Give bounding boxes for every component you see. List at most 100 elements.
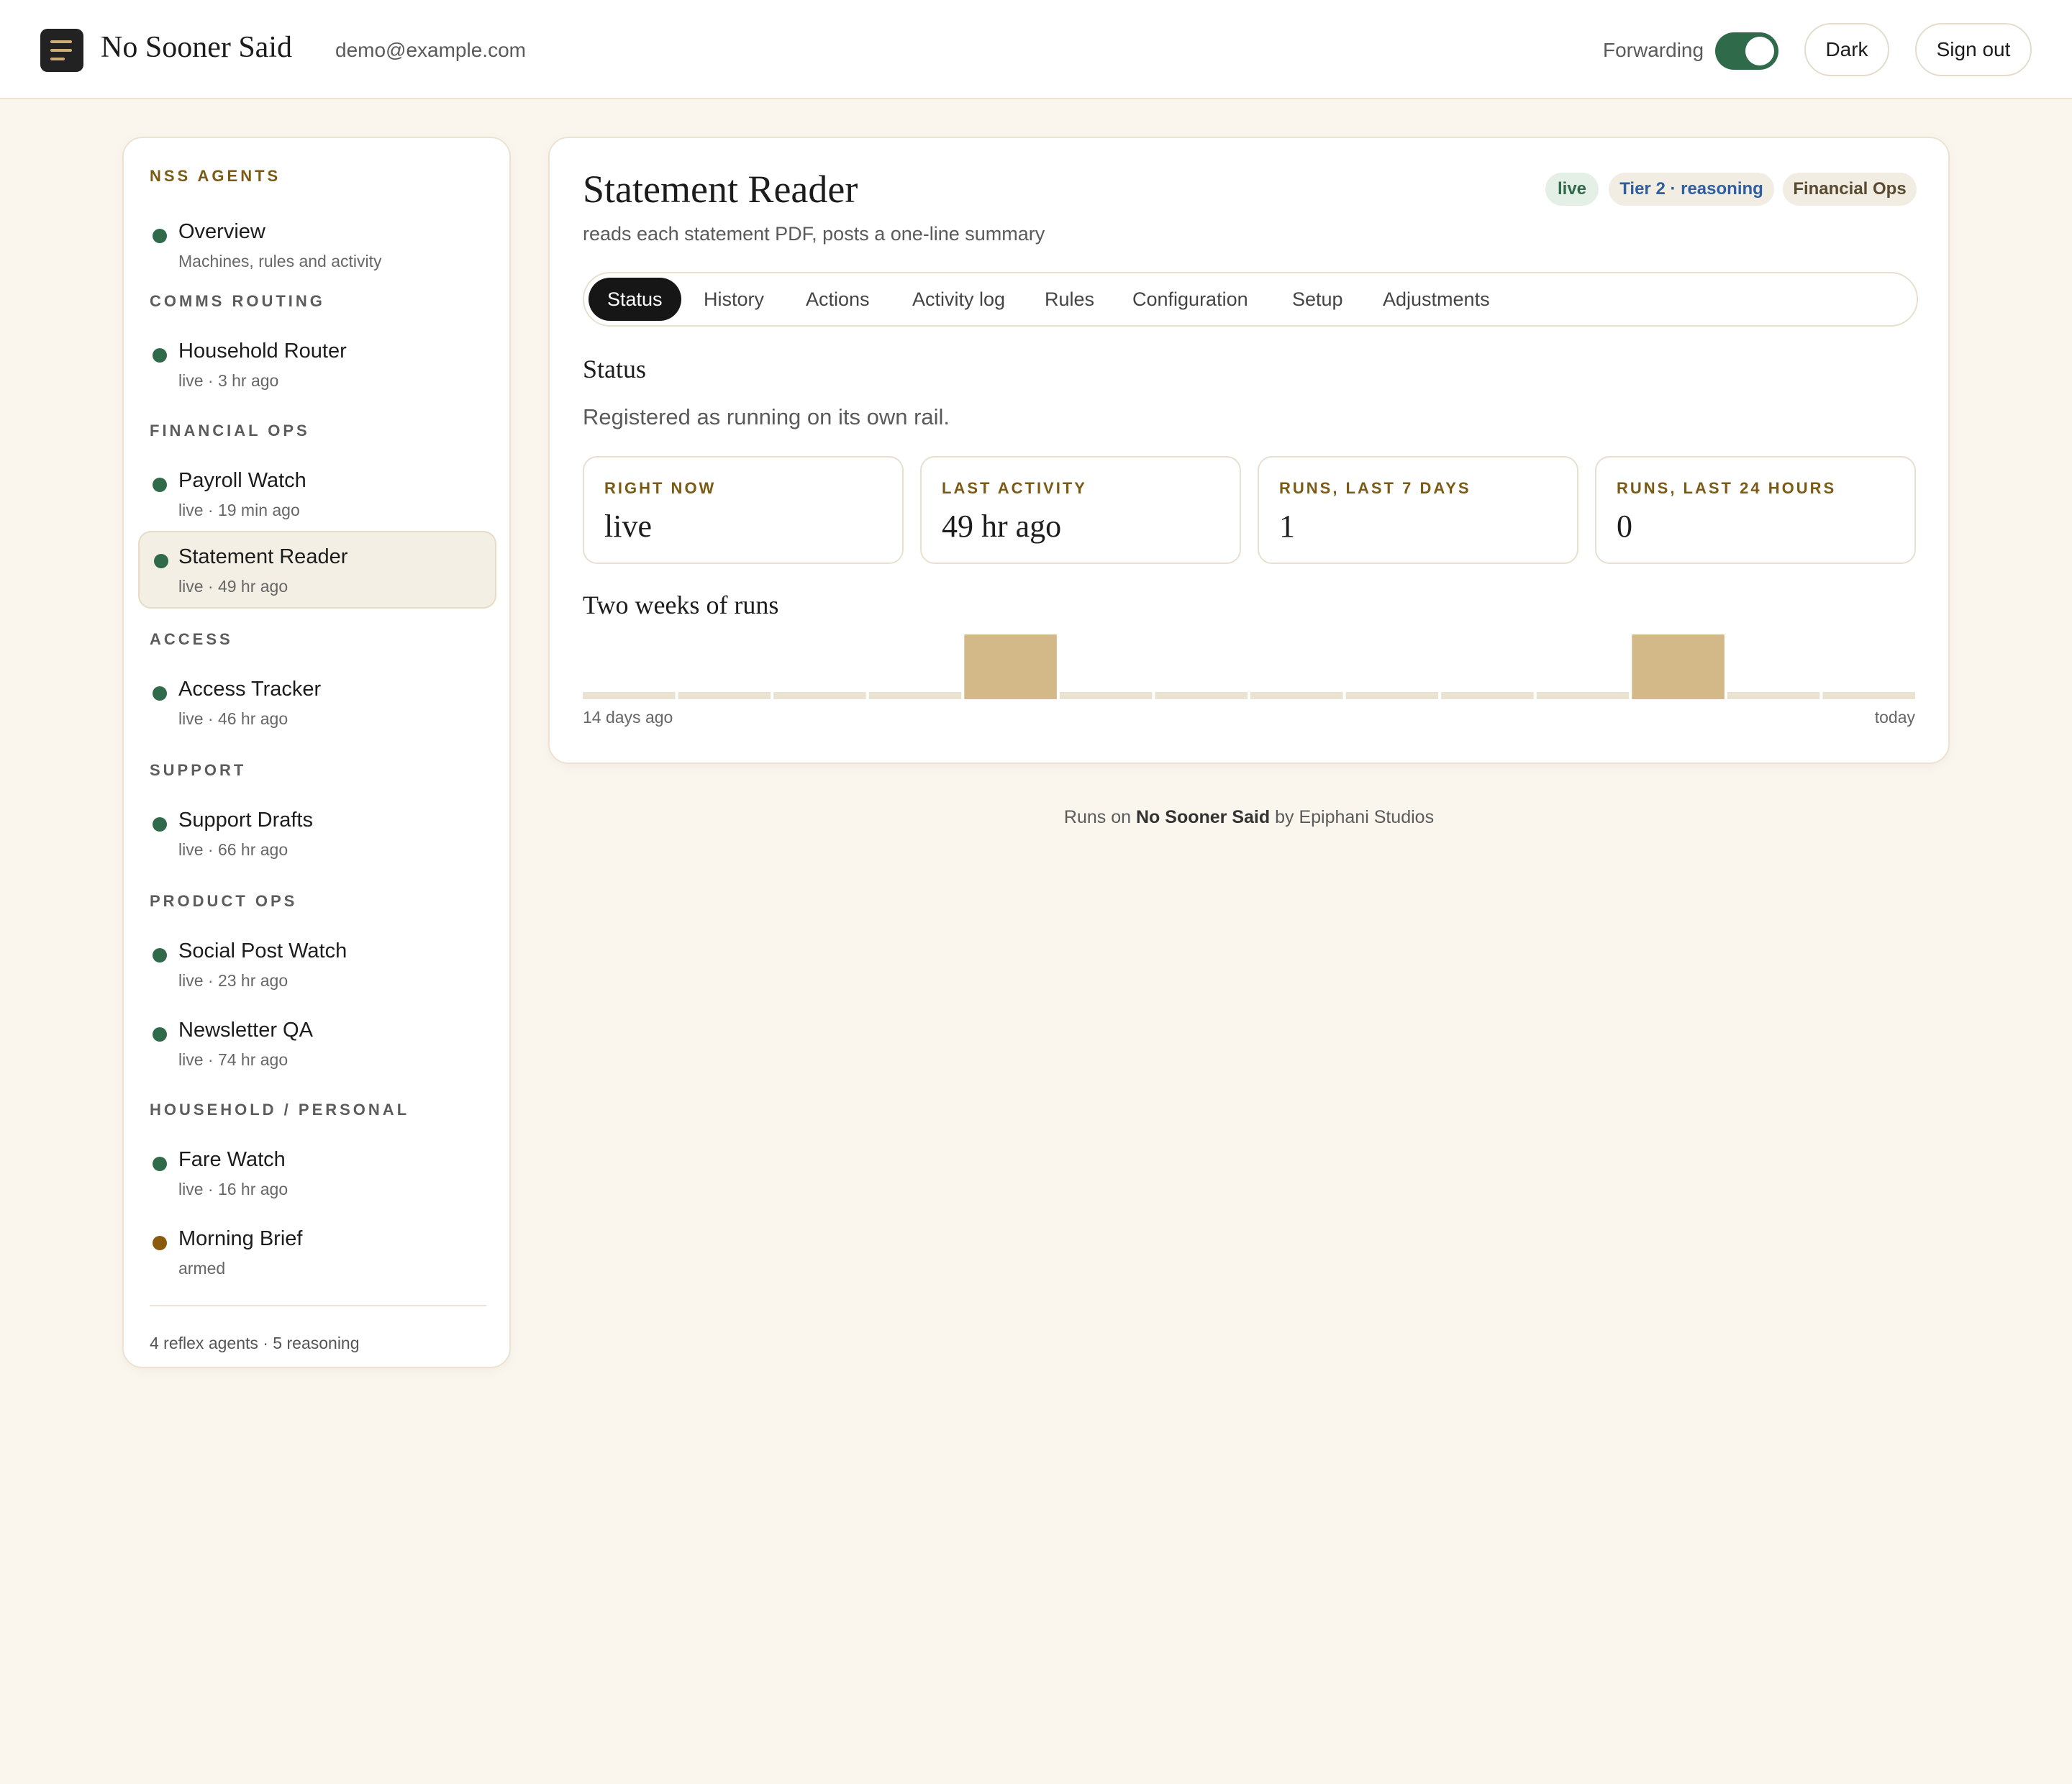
stat-value: 1: [1279, 509, 1295, 544]
run-bar: [1250, 692, 1343, 699]
toggle-knob: [1745, 37, 1774, 65]
status-dot: [153, 348, 167, 363]
status-dot: [153, 948, 167, 962]
sidebar-item-sub: armed: [178, 1259, 226, 1278]
agent-count-summary: 4 reflex agents · 5 reasoning: [150, 1334, 360, 1352]
agent-description: reads each statement PDF, posts a one-li…: [583, 223, 1045, 245]
status-dot: [153, 1236, 167, 1250]
stat-label: RIGHT NOW: [604, 479, 717, 497]
stat-label: RUNS, LAST 24 HOURS: [1617, 479, 1837, 497]
run-bar: [1822, 692, 1915, 699]
chart-axis-end: today: [1874, 708, 1915, 727]
run-bar: [1536, 692, 1630, 699]
status-dot: [153, 478, 167, 492]
sidebar-item-label: Morning Brief: [178, 1227, 303, 1250]
run-bar: [964, 634, 1057, 699]
sidebar-item-newsletter-qa[interactable]: Newsletter QA live · 74 hr ago: [138, 1004, 496, 1082]
run-bar: [583, 692, 676, 699]
status-dot: [153, 229, 167, 243]
tab-bar: Status History Actions Activity log Rule…: [583, 272, 1918, 327]
tab-actions[interactable]: Actions: [806, 278, 870, 321]
page-title: Statement Reader: [583, 168, 858, 211]
sidebar-item-label: Household Router: [178, 340, 347, 363]
sidebar-item-label: Newsletter QA: [178, 1019, 313, 1042]
status-dot: [153, 817, 167, 832]
stat-card-runs-7-days: RUNS, LAST 7 DAYS 1: [1258, 456, 1578, 564]
stat-value: 49 hr ago: [942, 509, 1062, 544]
sidebar-item-morning-brief[interactable]: Morning Brief armed: [138, 1213, 496, 1291]
status-dot: [154, 554, 168, 568]
sidebar-item-access-tracker[interactable]: Access Tracker live · 46 hr ago: [138, 663, 496, 741]
stat-card-right-now: RIGHT NOW live: [583, 456, 904, 564]
sidebar-item-fare-watch[interactable]: Fare Watch live · 16 hr ago: [138, 1134, 496, 1211]
stat-label: RUNS, LAST 7 DAYS: [1279, 479, 1471, 497]
status-badge: live: [1545, 173, 1599, 206]
sidebar-item-household-router[interactable]: Household Router live · 3 hr ago: [138, 325, 496, 403]
section-household-personal: HOUSEHOLD / PERSONAL: [150, 1101, 410, 1119]
footer-brand[interactable]: No Sooner Said: [1136, 807, 1270, 827]
sidebar-item-label: Access Tracker: [178, 678, 322, 701]
run-bar: [1059, 692, 1153, 699]
tab-adjustments[interactable]: Adjustments: [1383, 278, 1490, 321]
sidebar-item-sub: live · 3 hr ago: [178, 371, 279, 390]
runs-chart-heading: Two weeks of runs: [583, 591, 779, 619]
sidebar-item-sub: live · 49 hr ago: [178, 577, 288, 596]
sidebar-item-sub: live · 74 hr ago: [178, 1050, 288, 1069]
menu-icon[interactable]: [40, 29, 83, 72]
sidebar-divider: [150, 1305, 486, 1306]
top-bar: No Sooner Said demo@example.com Forwardi…: [0, 0, 2072, 99]
tab-status[interactable]: Status: [589, 278, 681, 321]
sidebar-item-label: Support Drafts: [178, 809, 313, 832]
section-product-ops: PRODUCT OPS: [150, 892, 298, 910]
footer-suffix: by Epiphani Studios: [1275, 807, 1435, 827]
sidebar-item-sub: live · 16 hr ago: [178, 1180, 288, 1198]
tab-history[interactable]: History: [704, 278, 764, 321]
category-badge: Financial Ops: [1783, 173, 1917, 206]
sidebar-item-sub: Machines, rules and activity: [178, 252, 382, 270]
tab-configuration[interactable]: Configuration: [1132, 278, 1248, 321]
tier-badge: Tier 2 · reasoning: [1609, 173, 1774, 206]
forwarding-label: Forwarding: [1603, 39, 1704, 61]
sidebar-item-label: Statement Reader: [178, 545, 348, 568]
stat-card-last-activity: LAST ACTIVITY 49 hr ago: [920, 456, 1241, 564]
sidebar-item-social-post-watch[interactable]: Social Post Watch live · 23 hr ago: [138, 925, 496, 1003]
run-bar: [1632, 634, 1725, 699]
sidebar-item-sub: live · 46 hr ago: [178, 709, 288, 728]
stat-card-runs-24-hours: RUNS, LAST 24 HOURS 0: [1595, 456, 1916, 564]
forwarding-toggle[interactable]: [1715, 32, 1778, 70]
section-access: ACCESS: [150, 630, 233, 648]
stat-value: live: [604, 509, 652, 544]
sidebar: NSS AGENTS Overview Machines, rules and …: [122, 137, 511, 1368]
tab-activity-log[interactable]: Activity log: [912, 278, 1005, 321]
status-dot: [153, 1027, 167, 1042]
stat-value: 0: [1617, 509, 1632, 544]
user-email: demo@example.com: [335, 39, 526, 61]
status-dot: [153, 1157, 167, 1171]
run-bar: [1345, 692, 1439, 699]
sidebar-item-sub: live · 66 hr ago: [178, 840, 288, 859]
sidebar-item-statement-reader[interactable]: Statement Reader live · 49 hr ago: [138, 531, 496, 609]
run-bar: [773, 692, 866, 699]
dark-mode-button[interactable]: Dark: [1804, 23, 1889, 76]
sidebar-item-support-drafts[interactable]: Support Drafts live · 66 hr ago: [138, 794, 496, 872]
stat-label: LAST ACTIVITY: [942, 479, 1087, 497]
sidebar-item-overview[interactable]: Overview Machines, rules and activity: [138, 206, 496, 283]
run-bar: [1441, 692, 1534, 699]
sidebar-item-sub: live · 19 min ago: [178, 501, 300, 519]
sidebar-header: NSS AGENTS: [150, 167, 281, 185]
status-heading: Status: [583, 355, 647, 383]
sidebar-item-label: Overview: [178, 220, 265, 243]
tab-rules[interactable]: Rules: [1045, 278, 1094, 321]
sidebar-item-label: Social Post Watch: [178, 939, 347, 962]
run-bar: [678, 692, 771, 699]
tab-setup[interactable]: Setup: [1292, 278, 1343, 321]
sign-out-button[interactable]: Sign out: [1915, 23, 2032, 76]
section-support: SUPPORT: [150, 761, 247, 779]
run-bar: [1155, 692, 1248, 699]
run-bar: [868, 692, 962, 699]
sidebar-item-payroll-watch[interactable]: Payroll Watch live · 19 min ago: [138, 455, 496, 532]
status-dot: [153, 686, 167, 701]
section-comms-routing: COMMS ROUTING: [150, 292, 325, 310]
footer-prefix: Runs on: [1063, 807, 1132, 827]
status-text: Registered as running on its own rail.: [583, 404, 950, 429]
